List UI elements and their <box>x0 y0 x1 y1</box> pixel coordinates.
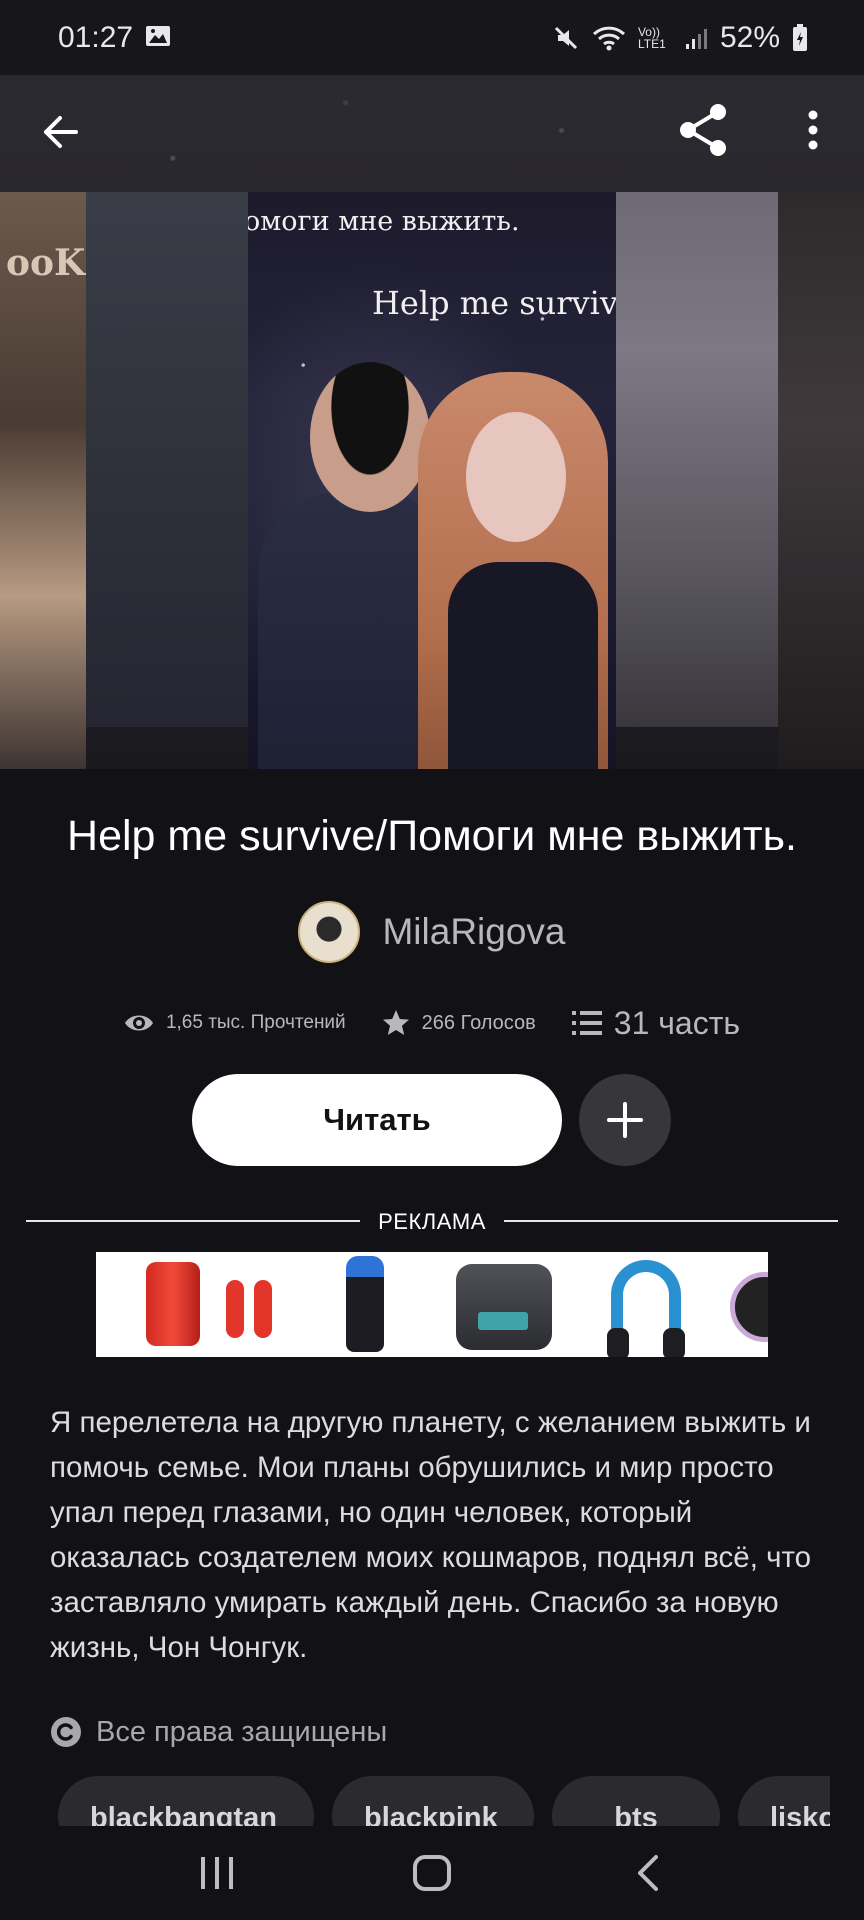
cover-thumbnail[interactable]: ooK <box>0 192 86 769</box>
arrow-left-icon <box>44 116 78 148</box>
story-title: Help me survive/Помоги мне выжить. <box>67 812 797 860</box>
wifi-icon <box>592 24 626 52</box>
ad-label: РЕКЛАМА <box>378 1209 486 1234</box>
add-to-library-button[interactable] <box>579 1074 671 1166</box>
car-charger-image <box>346 1256 384 1352</box>
share-button[interactable] <box>670 95 736 165</box>
battery-icon <box>792 23 808 52</box>
author-link[interactable]: MilaRigova <box>0 900 864 964</box>
story-details-screen: 01:27 Vo)) LTE1 52% ooK омоги мне выжить… <box>0 0 864 1920</box>
story-description: Я перелетела на другую планету, с желани… <box>50 1406 812 1664</box>
votes-stat: 266 Голосов <box>382 1009 536 1037</box>
cover-thumbnail[interactable] <box>616 192 778 727</box>
signal-icon <box>684 26 708 50</box>
copyright-text: Все права защищены <box>96 1715 388 1748</box>
parts-stat[interactable]: 31 часть <box>571 1004 741 1042</box>
chevron-left-icon <box>637 1855 658 1891</box>
copyright-row: Все права защищены <box>50 1710 387 1754</box>
story-stats: 1,65 тыс. Прочтений 266 Голосов 31 часть <box>0 994 864 1052</box>
ad-divider <box>504 1220 838 1222</box>
cover-thumbnail-text: ooK <box>6 242 86 284</box>
recent-apps-button[interactable] <box>182 1838 252 1908</box>
ad-divider <box>26 1220 360 1222</box>
earbud-image <box>226 1280 244 1338</box>
back-button[interactable] <box>28 100 92 164</box>
eye-icon <box>124 1015 153 1031</box>
smartwatch-image <box>730 1272 768 1342</box>
more-vertical-icon <box>808 110 818 150</box>
home-icon <box>412 1855 451 1891</box>
copyright-icon <box>51 1717 81 1747</box>
status-time: 01:27 <box>58 20 134 54</box>
wireless-buds-image <box>456 1264 552 1350</box>
ad-banner[interactable] <box>96 1252 768 1357</box>
mute-icon <box>552 24 580 52</box>
author-name[interactable]: MilaRigova <box>382 911 565 953</box>
earbud-image <box>254 1280 272 1338</box>
votes-count: 266 Голосов <box>421 1011 536 1034</box>
author-avatar[interactable] <box>298 901 361 963</box>
cover-title-ru: омоги мне выжить. <box>248 206 520 237</box>
system-back-button[interactable] <box>612 1838 682 1908</box>
home-button[interactable] <box>397 1838 467 1908</box>
cover-title-en: Help me survive <box>372 284 616 322</box>
battery-percent: 52% <box>719 20 780 54</box>
headphones-image <box>607 1260 685 1357</box>
parts-count: 31 часть <box>613 1004 741 1041</box>
list-icon <box>571 1011 602 1035</box>
plus-icon <box>607 1102 643 1138</box>
read-button[interactable]: Читать <box>192 1074 562 1166</box>
story-cover-image[interactable]: омоги мне выжить. Help me survive <box>248 192 616 769</box>
recent-apps-icon <box>201 1857 234 1889</box>
cover-thumbnail[interactable] <box>86 192 248 727</box>
system-nav-bar <box>0 1826 864 1920</box>
earbuds-case-image <box>146 1262 200 1346</box>
status-bar: 01:27 Vo)) LTE1 52% <box>0 0 864 75</box>
star-icon <box>382 1010 409 1035</box>
network-type: Vo)) LTE1 <box>637 24 666 51</box>
cover-thumbnail[interactable] <box>778 192 864 769</box>
share-icon <box>680 104 726 156</box>
more-options-button[interactable] <box>788 95 838 165</box>
reads-count: 1,65 тыс. Прочтений <box>165 1012 346 1033</box>
gallery-icon <box>145 21 171 55</box>
top-toolbar <box>0 75 864 190</box>
reads-stat: 1,65 тыс. Прочтений <box>124 1012 346 1034</box>
